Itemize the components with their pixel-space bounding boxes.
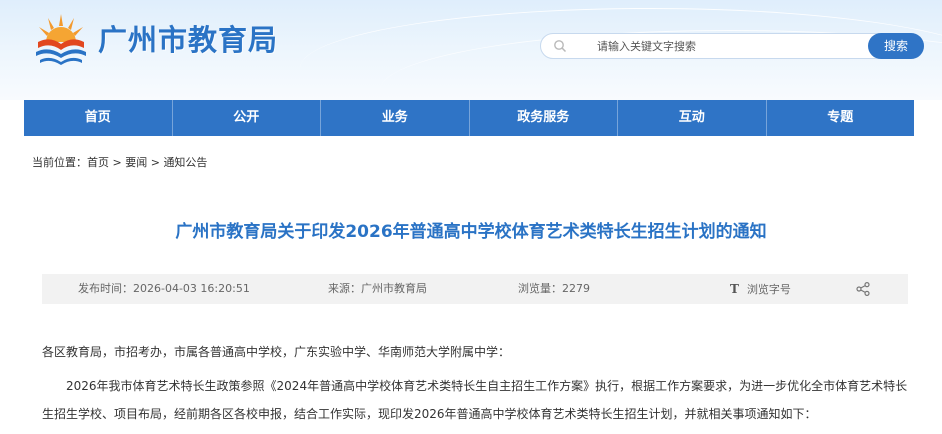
view-count: 浏览量：2279	[518, 282, 590, 295]
font-size-icon: T	[730, 282, 739, 296]
education-bureau-emblem-icon[interactable]	[32, 12, 90, 68]
article-source: 来源：广州市教育局	[328, 282, 427, 295]
article-title: 广州市教育局关于印发2026年普通高中学校体育艺术类特长生招生计划的通知	[175, 222, 767, 242]
article-body: 各区教育局，市招考办，市属各普通高中学校，广东实验中学、华南师范大学附属中学： …	[42, 338, 908, 428]
font-size-toggle[interactable]: T 浏览字号	[730, 274, 791, 305]
site-header: 广州市教育局 搜索	[0, 0, 942, 100]
search-box: 搜索	[540, 33, 924, 59]
nav-item-gov-services[interactable]: 政务服务	[470, 100, 618, 136]
publish-date: 发布时间：2026-04-03 16:20:51	[78, 282, 250, 295]
breadcrumb-item-notices[interactable]: 通知公告	[163, 156, 207, 169]
article-paragraph: 2026年我市体育艺术特长生政策参照《2024年普通高中学校体育艺术类特长生自主…	[66, 379, 908, 393]
search-icon	[554, 40, 567, 53]
article-meta-bar: 发布时间：2026-04-03 16:20:51 来源：广州市教育局 浏览量：2…	[42, 274, 908, 304]
breadcrumb-prefix: 当前位置：	[32, 156, 87, 169]
breadcrumb-separator: >	[112, 156, 122, 169]
article-paragraph: 生招生学校、项目布局，经前期各区各校申报，结合工作实际，现印发2026年普通高中…	[42, 407, 817, 421]
font-size-label: 浏览字号	[746, 283, 791, 296]
breadcrumb-item-news[interactable]: 要闻	[125, 156, 147, 169]
site-title[interactable]: 广州市教育局	[98, 20, 278, 60]
nav-item-home[interactable]: 首页	[24, 100, 173, 136]
breadcrumb-separator: >	[150, 156, 160, 169]
search-input[interactable]	[597, 36, 857, 56]
article-greeting: 各区教育局，市招考办，市属各普通高中学校，广东实验中学、华南师范大学附属中学：	[42, 345, 511, 359]
search-button[interactable]: 搜索	[868, 33, 924, 59]
nav-item-topics[interactable]: 专题	[767, 100, 915, 136]
nav-item-business[interactable]: 业务	[321, 100, 470, 136]
share-icon[interactable]	[856, 282, 870, 296]
breadcrumb-item-home[interactable]: 首页	[87, 156, 109, 169]
nav-item-public[interactable]: 公开	[173, 100, 321, 136]
breadcrumb: 当前位置：首页 > 要闻 > 通知公告	[32, 155, 207, 171]
nav-item-interaction[interactable]: 互动	[618, 100, 767, 136]
main-nav: 首页 公开 业务 政务服务 互动 专题	[24, 100, 914, 136]
